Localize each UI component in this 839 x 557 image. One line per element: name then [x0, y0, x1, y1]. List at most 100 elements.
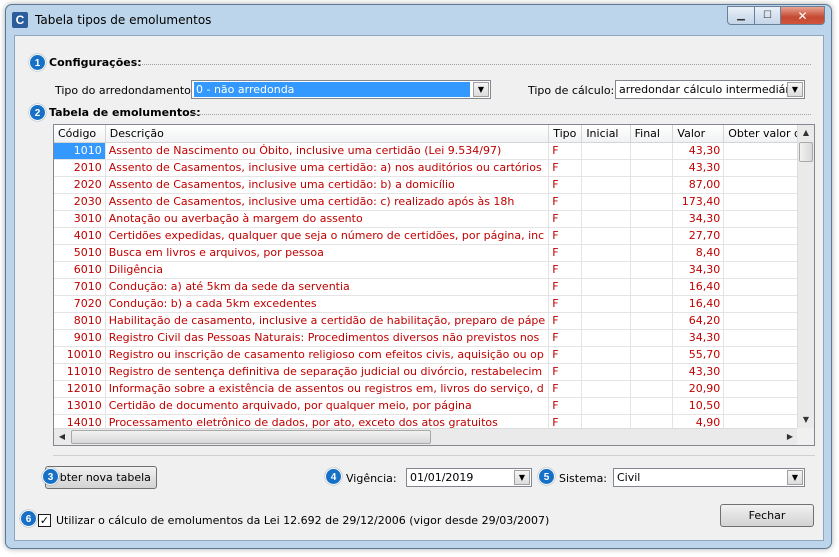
cell-codigo[interactable]: 5010 [54, 244, 106, 262]
cell-final[interactable] [630, 380, 674, 398]
table-row[interactable]: 4010 Certidões expedidas, qualquer que se… [54, 227, 814, 245]
cell-tipo[interactable]: F [548, 295, 583, 313]
cell-descricao[interactable]: Informação sobre a existência de assento… [105, 380, 550, 398]
table-row[interactable]: 11010 Registro de sentença definitiva de … [54, 363, 814, 381]
cell-valor[interactable]: 27,70 [672, 227, 725, 245]
cell-codigo[interactable]: 4010 [54, 227, 106, 245]
cell-valor[interactable]: 8,40 [672, 244, 725, 262]
cell-codigo[interactable]: 10010 [54, 346, 106, 364]
cell-codigo[interactable]: 12010 [54, 380, 106, 398]
chevron-down-icon[interactable]: ▼ [473, 82, 489, 97]
cell-inicial[interactable] [581, 346, 631, 364]
cell-final[interactable] [630, 346, 674, 364]
cell-tipo[interactable]: F [548, 210, 583, 228]
cell-final[interactable] [630, 295, 674, 313]
cell-inicial[interactable] [581, 227, 631, 245]
cell-descricao[interactable]: Habilitação de casamento, inclusive a ce… [105, 312, 550, 330]
cell-final[interactable] [630, 193, 674, 211]
cell-final[interactable] [630, 261, 674, 279]
maximize-button[interactable]: ☐ [754, 6, 780, 25]
cell-valor[interactable]: 43,30 [672, 363, 725, 381]
table-row[interactable]: 1010 Assento de Nascimento ou Óbito, incl… [54, 142, 814, 160]
table-row[interactable]: 7010 Condução: a) até 5km da sede da serv… [54, 278, 814, 296]
cell-final[interactable] [630, 244, 674, 262]
cell-valor[interactable]: 43,30 [672, 159, 725, 177]
cell-inicial[interactable] [581, 329, 631, 347]
cell-tipo[interactable]: F [548, 261, 583, 279]
rounding-select[interactable]: 0 - não arredonda ▼ [191, 80, 491, 99]
cell-valor[interactable]: 64,20 [672, 312, 725, 330]
cell-codigo[interactable]: 7010 [54, 278, 106, 296]
table-row[interactable]: 7020 Condução: b) a cada 5km excedentes F 1… [54, 295, 814, 313]
cell-final[interactable] [630, 278, 674, 296]
cell-inicial[interactable] [581, 176, 631, 194]
lei-calculo-checkbox[interactable]: ✓ [38, 514, 51, 527]
emolumentos-grid[interactable]: Código Descrição Tipo Inicial Final Valo… [53, 124, 815, 446]
cell-final[interactable] [630, 329, 674, 347]
cell-descricao[interactable]: Anotação ou averbação à margem do assent… [105, 210, 550, 228]
cell-inicial[interactable] [581, 210, 631, 228]
cell-valor[interactable]: 34,30 [672, 329, 725, 347]
col-header-codigo[interactable]: Código [54, 125, 106, 143]
cell-tipo[interactable]: F [548, 227, 583, 245]
table-row[interactable]: 9010 Registro Civil das Pessoas Naturais:… [54, 329, 814, 347]
cell-inicial[interactable] [581, 261, 631, 279]
cell-valor[interactable]: 173,40 [672, 193, 725, 211]
col-header-final[interactable]: Final [630, 125, 674, 143]
col-header-tipo[interactable]: Tipo [548, 125, 583, 143]
cell-descricao[interactable]: Certidão de documento arquivado, por qua… [105, 397, 550, 415]
cell-tipo[interactable]: F [548, 346, 583, 364]
cell-tipo[interactable]: F [548, 312, 583, 330]
table-row[interactable]: 2010 Assento de Casamentos, inclusive uma… [54, 159, 814, 177]
cell-final[interactable] [630, 397, 674, 415]
cell-valor[interactable]: 20,90 [672, 380, 725, 398]
close-window-button[interactable]: ✕ [780, 6, 825, 25]
cell-descricao[interactable]: Condução: b) a cada 5km excedentes [105, 295, 550, 313]
cell-codigo[interactable]: 8010 [54, 312, 106, 330]
chevron-down-icon[interactable]: ▼ [787, 82, 803, 97]
scroll-right-icon[interactable]: ▶ [782, 429, 798, 445]
obter-nova-tabela-button[interactable]: Obter nova tabela [45, 466, 157, 489]
table-row[interactable]: 8010 Habilitação de casamento, inclusive … [54, 312, 814, 330]
cell-descricao[interactable]: Assento de Casamentos, inclusive uma cer… [105, 193, 550, 211]
col-header-descricao[interactable]: Descrição [105, 125, 550, 143]
lei-calculo-label[interactable]: Utilizar o cálculo de emolumentos da Lei… [56, 514, 549, 527]
cell-final[interactable] [630, 159, 674, 177]
cell-codigo[interactable]: 7020 [54, 295, 106, 313]
table-row[interactable]: 5010 Busca em livros e arquivos, por pess… [54, 244, 814, 262]
cell-valor[interactable]: 16,40 [672, 295, 725, 313]
cell-final[interactable] [630, 227, 674, 245]
fechar-button[interactable]: Fechar [720, 504, 814, 527]
minimize-button[interactable]: ▁ [727, 6, 754, 25]
col-header-inicial[interactable]: Inicial [581, 125, 631, 143]
cell-tipo[interactable]: F [548, 278, 583, 296]
cell-codigo[interactable]: 1010 [54, 142, 106, 160]
cell-codigo[interactable]: 2030 [54, 193, 106, 211]
cell-final[interactable] [630, 176, 674, 194]
cell-tipo[interactable]: F [548, 380, 583, 398]
cell-codigo[interactable]: 2020 [54, 176, 106, 194]
cell-codigo[interactable]: 6010 [54, 261, 106, 279]
table-row[interactable]: 3010 Anotação ou averbação à margem do as… [54, 210, 814, 228]
horizontal-scroll-thumb[interactable] [71, 430, 431, 444]
cell-tipo[interactable]: F [548, 142, 583, 160]
cell-descricao[interactable]: Condução: a) até 5km da sede da serventi… [105, 278, 550, 296]
chevron-down-icon[interactable]: ▼ [514, 470, 530, 485]
cell-inicial[interactable] [581, 312, 631, 330]
sistema-select[interactable]: Civil ▼ [613, 468, 805, 487]
cell-codigo[interactable]: 3010 [54, 210, 106, 228]
horizontal-scrollbar[interactable]: ◀ ▶ [54, 428, 798, 445]
table-row[interactable]: 2020 Assento de Casamentos, inclusive uma… [54, 176, 814, 194]
chevron-down-icon[interactable]: ▼ [787, 470, 803, 485]
cell-inicial[interactable] [581, 397, 631, 415]
table-row[interactable]: 10010 Registro ou inscrição de casamento … [54, 346, 814, 364]
scroll-up-icon[interactable]: ▲ [798, 125, 814, 141]
cell-descricao[interactable]: Registro ou inscrição de casamento relig… [105, 346, 550, 364]
vertical-scroll-thumb[interactable] [799, 142, 813, 162]
cell-valor[interactable]: 87,00 [672, 176, 725, 194]
cell-descricao[interactable]: Registro Civil das Pessoas Naturais: Pro… [105, 329, 550, 347]
vigencia-select[interactable]: 01/01/2019 ▼ [406, 468, 532, 487]
cell-descricao[interactable]: Registro de sentença definitiva de separ… [105, 363, 550, 381]
cell-inicial[interactable] [581, 295, 631, 313]
cell-tipo[interactable]: F [548, 176, 583, 194]
